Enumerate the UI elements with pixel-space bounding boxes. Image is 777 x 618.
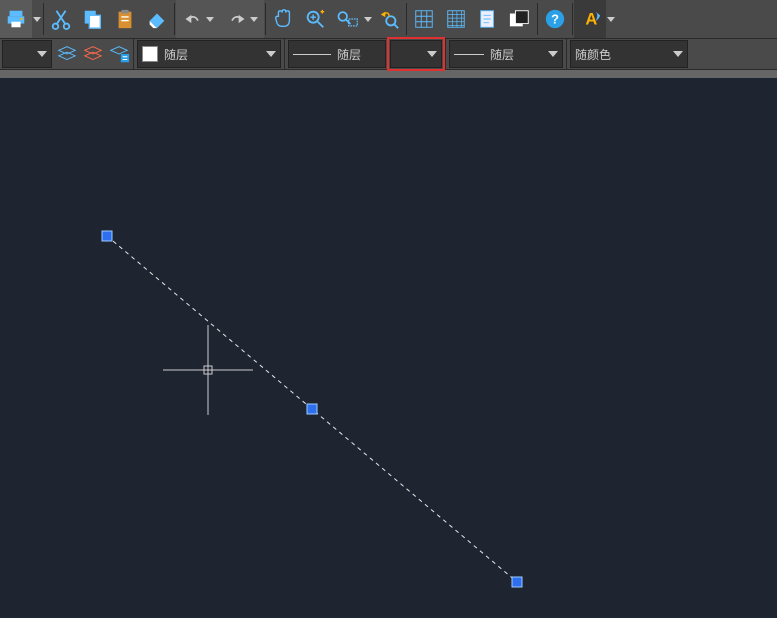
- pan-button[interactable]: [267, 0, 299, 38]
- crosshair-cursor: [163, 325, 253, 415]
- grid1-button[interactable]: [408, 0, 440, 38]
- linetype-label: 随层: [337, 46, 361, 63]
- svg-text:?: ?: [551, 12, 559, 27]
- zoom-dropdown[interactable]: [363, 17, 373, 22]
- help-button[interactable]: ?: [539, 0, 571, 38]
- color-label: 随层: [164, 46, 188, 63]
- grid2-button[interactable]: [440, 0, 472, 38]
- svg-text:A: A: [585, 11, 597, 29]
- redo-button[interactable]: [220, 0, 264, 38]
- linetype-scale-dropdown[interactable]: [390, 40, 442, 68]
- notes-button[interactable]: [472, 0, 504, 38]
- text-style-dropdown[interactable]: [606, 17, 616, 22]
- canvas-svg: [0, 78, 777, 618]
- grip-start[interactable]: [102, 231, 113, 242]
- zoom-previous-button[interactable]: [373, 0, 405, 38]
- zoom-window-button[interactable]: [331, 0, 363, 38]
- copy-button[interactable]: [77, 0, 109, 38]
- ribbon-strip: [0, 70, 777, 78]
- drawing-canvas[interactable]: [0, 78, 777, 618]
- grip-mid[interactable]: [307, 404, 318, 415]
- text-style-button[interactable]: A: [574, 0, 606, 38]
- properties-bar: 随层 随层 随层 随颜色: [0, 39, 777, 70]
- lineweight-preview: [454, 54, 484, 55]
- grip-end[interactable]: [512, 577, 523, 588]
- plotcolor-label: 随颜色: [575, 46, 611, 63]
- zoom-realtime-button[interactable]: [299, 0, 331, 38]
- linetype-preview: [293, 54, 331, 55]
- paste-button[interactable]: [109, 0, 141, 38]
- plotcolor-dropdown[interactable]: 随颜色: [570, 40, 688, 68]
- layer-off-icon[interactable]: [80, 41, 106, 67]
- lineweight-label: 随层: [490, 46, 514, 63]
- color-dropdown[interactable]: 随层: [137, 40, 281, 68]
- lineweight-dropdown[interactable]: 随层: [449, 40, 563, 68]
- layer-iso-icon[interactable]: [54, 41, 80, 67]
- undo-button[interactable]: [176, 0, 220, 38]
- main-toolbar: ? A: [0, 0, 777, 39]
- linetype-dropdown[interactable]: 随层: [288, 40, 386, 68]
- color-swatch: [142, 46, 158, 62]
- print-button[interactable]: [0, 0, 32, 38]
- erase-button[interactable]: [141, 0, 173, 38]
- sheets-button[interactable]: [504, 0, 536, 38]
- layer-manager-icon[interactable]: [106, 41, 132, 67]
- cut-button[interactable]: [45, 0, 77, 38]
- layer-state-dropdown[interactable]: [2, 40, 52, 68]
- print-dropdown[interactable]: [32, 17, 42, 22]
